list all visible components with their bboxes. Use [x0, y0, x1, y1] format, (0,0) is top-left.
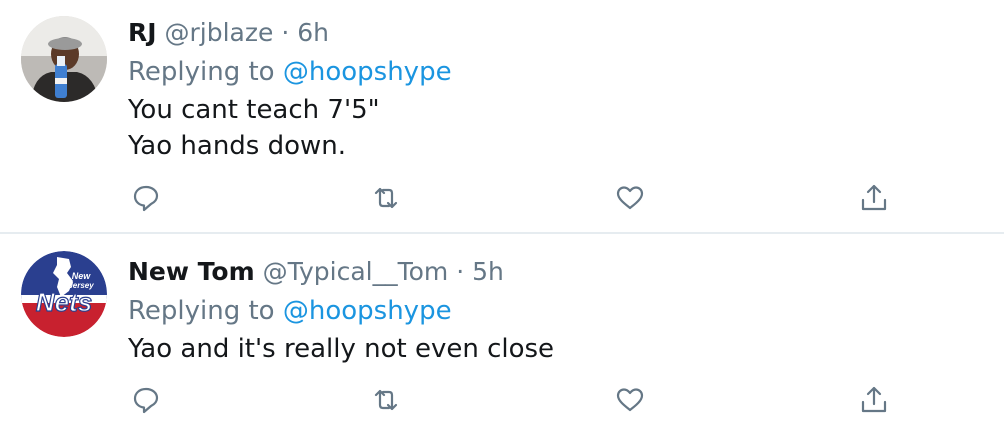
replying-to-mention[interactable]: @hoopshype — [283, 296, 452, 326]
tweet-content: RJ @rjblaze · 6h Replying to @hoopshype … — [128, 14, 984, 164]
avatar[interactable] — [21, 16, 107, 102]
user-handle[interactable]: @Typical__Tom — [263, 257, 449, 286]
share-button[interactable] — [856, 180, 892, 216]
user-photo-avatar-icon — [21, 16, 107, 102]
reply-icon — [133, 387, 159, 414]
avatar[interactable]: New Jersey Nets — [21, 251, 107, 337]
new-jersey-nets-logo-icon: New Jersey Nets — [21, 251, 107, 337]
display-name[interactable]: New Tom — [128, 257, 255, 286]
separator-dot: · — [456, 257, 465, 286]
tweet-text-line: Yao and it's really not even close — [128, 334, 555, 364]
reply-button[interactable] — [128, 180, 164, 216]
like-button[interactable] — [612, 180, 648, 216]
retweet-icon — [374, 187, 398, 209]
tweet-text-line: Yao hands down. — [128, 131, 347, 161]
user-handle[interactable]: @rjblaze — [165, 18, 274, 47]
reply-button[interactable] — [128, 382, 164, 418]
tweet-divider — [0, 232, 1004, 234]
tweet-header: RJ @rjblaze · 6h — [128, 14, 984, 52]
tweet-text-line: You cant teach 7'5" — [128, 95, 380, 125]
logo-text-nets: Nets — [36, 287, 92, 317]
tweet-actions — [128, 180, 908, 216]
replying-to-label: Replying to — [128, 57, 275, 87]
retweet-button[interactable] — [368, 382, 404, 418]
heart-icon — [616, 186, 644, 210]
reply-icon — [133, 185, 159, 212]
tweet[interactable]: New Jersey Nets New Tom @Typical__Tom · … — [0, 235, 1004, 434]
tweet-header: New Tom @Typical__Tom · 5h — [128, 253, 984, 291]
replying-to-mention[interactable]: @hoopshype — [283, 57, 452, 87]
tweet-actions — [128, 382, 908, 418]
heart-icon — [616, 388, 644, 412]
share-icon — [861, 386, 887, 413]
share-button[interactable] — [856, 382, 892, 418]
retweet-button[interactable] — [368, 180, 404, 216]
tweet-timestamp[interactable]: 6h — [297, 18, 329, 47]
tweet[interactable]: RJ @rjblaze · 6h Replying to @hoopshype … — [0, 0, 1004, 234]
replying-to-line: Replying to @hoopshype — [128, 52, 984, 92]
like-button[interactable] — [612, 382, 648, 418]
display-name[interactable]: RJ — [128, 18, 157, 47]
retweet-icon — [374, 389, 398, 411]
logo-text-new-jersey: New — [72, 271, 92, 281]
replying-to-label: Replying to — [128, 296, 275, 326]
share-icon — [861, 184, 887, 211]
separator-dot: · — [281, 18, 290, 47]
tweet-timestamp[interactable]: 5h — [472, 257, 504, 286]
tweet-content: New Tom @Typical__Tom · 5h Replying to @… — [128, 253, 984, 367]
replying-to-line: Replying to @hoopshype — [128, 291, 984, 331]
